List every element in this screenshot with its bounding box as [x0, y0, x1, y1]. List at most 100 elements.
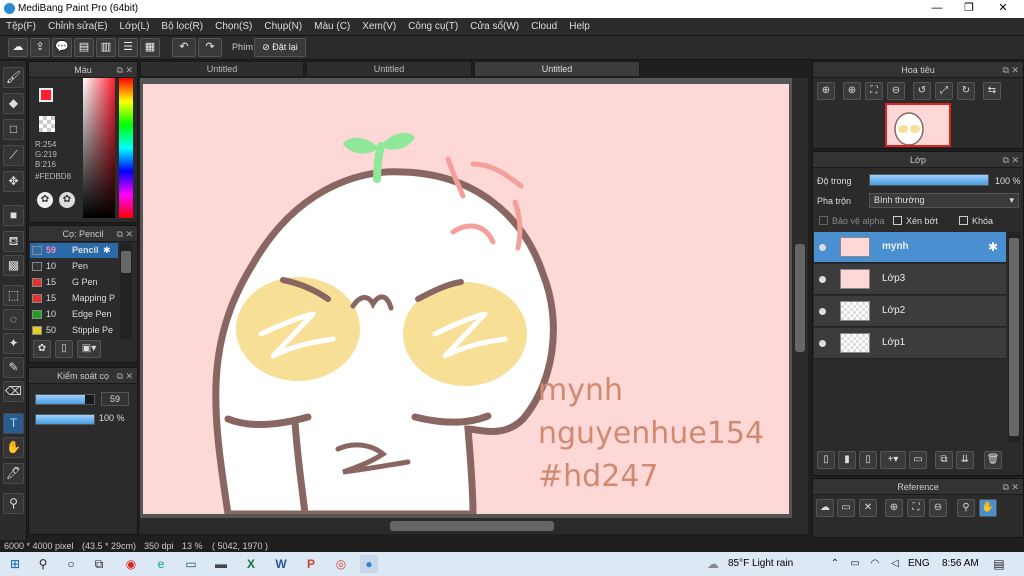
notification-icon[interactable]: ▤	[990, 555, 1008, 573]
eyedropper-icon[interactable]: ⚲	[957, 499, 975, 517]
word-icon[interactable]: W	[272, 555, 290, 573]
tab-untitled-3[interactable]: Untitled	[474, 61, 640, 77]
layer-row-lop2[interactable]: Lớp2	[814, 296, 1006, 327]
zoom-out-icon[interactable]: ⊖	[929, 499, 947, 517]
new-brush-icon[interactable]: ▯	[55, 340, 73, 358]
panel-popout-icon[interactable]: ⧉ ✕	[1003, 479, 1019, 495]
panel-popout-icon[interactable]: ⧉ ✕	[1003, 152, 1019, 168]
brush-menu-icon[interactable]: ▣▾	[77, 340, 101, 358]
zoom-in-icon[interactable]: ⊕	[885, 499, 903, 517]
actual-size-icon[interactable]: ⛶	[907, 499, 925, 517]
transparent-swatch[interactable]	[39, 116, 55, 132]
layer-list-scrollbar[interactable]	[1008, 232, 1020, 442]
select-pen-icon[interactable]: ✎	[3, 357, 24, 378]
layer-row-lop1[interactable]: Lớp1	[814, 328, 1006, 359]
message-icon[interactable]: ▤	[74, 38, 94, 57]
select-eraser-icon[interactable]: ⌫	[3, 381, 24, 402]
drawing-canvas[interactable]: mynh nguyenhue154 #hd247	[143, 84, 789, 514]
select-rect-icon[interactable]: ⬚	[3, 285, 24, 306]
eye-icon[interactable]	[819, 340, 826, 347]
document-icon[interactable]: ▥	[96, 38, 116, 57]
cloud-icon[interactable]: ☁	[8, 38, 28, 57]
close-icon[interactable]: ✕	[859, 499, 877, 517]
grid-icon[interactable]: ▦	[140, 38, 160, 57]
weather-text[interactable]: 85°F Light rain	[728, 558, 793, 569]
panel-popout-icon[interactable]: ⧉ ✕	[117, 368, 133, 384]
zoom-in-icon[interactable]: ⊕	[843, 82, 861, 100]
gradient-tool-icon[interactable]: ▩	[3, 255, 24, 276]
duplicate-layer-icon[interactable]: ⧉	[935, 451, 953, 469]
monitor-icon[interactable]: ▭	[182, 555, 200, 573]
menu-help[interactable]: Help	[563, 18, 596, 36]
brush-size-slider[interactable]	[35, 394, 95, 405]
eye-icon[interactable]	[819, 276, 826, 283]
eyedropper-icon[interactable]: ⚲	[3, 493, 24, 514]
merge-layer-icon[interactable]: ⇊	[956, 451, 974, 469]
comment-icon[interactable]: 💬	[52, 38, 72, 57]
menu-window[interactable]: Cửa sổ(W)	[464, 18, 525, 36]
brush-item[interactable]: 10 Pen	[30, 259, 118, 274]
blend-mode-select[interactable]: Bình thường ▾	[869, 193, 1019, 208]
rotate-left-icon[interactable]: ↺	[913, 82, 931, 100]
folder-icon[interactable]: ▬	[212, 555, 230, 573]
hand-icon[interactable]: ✋	[979, 499, 997, 517]
folder-icon[interactable]: ▭	[909, 451, 927, 469]
brush-list-scrollbar[interactable]	[120, 243, 132, 339]
list-icon[interactable]: ☰	[118, 38, 138, 57]
brush-item[interactable]: 15 Mapping P	[30, 291, 118, 306]
gear-icon[interactable]: ✱	[988, 240, 998, 254]
layer-row-lop3[interactable]: Lớp3	[814, 264, 1006, 295]
layer-opacity-slider[interactable]	[869, 174, 989, 186]
primary-color-swatch[interactable]	[39, 88, 53, 102]
pen-tool-icon[interactable]: 🖊	[3, 463, 24, 484]
tab-untitled-1[interactable]: Untitled	[140, 61, 304, 77]
text-tool-icon[interactable]: T	[3, 413, 24, 434]
canvas-horizontal-scrollbar[interactable]	[140, 518, 808, 534]
cloud-icon[interactable]: ☁	[816, 499, 834, 517]
canvas-vertical-scrollbar[interactable]	[792, 78, 808, 518]
layer-row-mynh[interactable]: mynh ✱	[814, 232, 1006, 263]
rotate-right-icon[interactable]: ↻	[957, 82, 975, 100]
brush-item[interactable]: 50 Stipple Pe	[30, 323, 118, 338]
gear-icon[interactable]: ✱	[103, 245, 111, 256]
lock-checkbox[interactable]	[959, 216, 968, 225]
fit-screen-icon[interactable]: ⤢	[935, 82, 953, 100]
menu-tools[interactable]: Công cụ(T)	[402, 18, 464, 36]
flip-icon[interactable]: ⇆	[983, 82, 1001, 100]
dot-tool-icon[interactable]: □	[3, 119, 24, 140]
language-indicator[interactable]: ENG	[908, 558, 930, 569]
menu-select[interactable]: Chọn(S)	[209, 18, 258, 36]
minimize-button[interactable]: —	[920, 0, 954, 18]
undo-icon[interactable]: ↶	[172, 38, 196, 57]
panel-popout-icon[interactable]: ⧉ ✕	[1003, 62, 1019, 78]
redo-icon[interactable]: ↷	[198, 38, 222, 57]
menu-snap[interactable]: Chụp(N)	[258, 18, 308, 36]
eraser-tool-icon[interactable]: ◆	[3, 93, 24, 114]
edge-icon[interactable]: e	[152, 555, 170, 573]
menu-file[interactable]: Tệp(F)	[0, 18, 42, 36]
actual-size-icon[interactable]: ⛶	[865, 82, 883, 100]
menu-filter[interactable]: Bộ lọc(R)	[155, 18, 209, 36]
clock[interactable]: 8:56 AM	[942, 558, 979, 569]
add-brush-icon[interactable]: ✿	[33, 340, 51, 358]
excel-icon[interactable]: X	[242, 555, 260, 573]
panel-popout-icon[interactable]: ⧉ ✕	[117, 62, 133, 78]
brush-size-value[interactable]: 59	[101, 392, 129, 406]
menu-view[interactable]: Xem(V)	[356, 18, 402, 36]
menu-edit[interactable]: Chỉnh sửa(E)	[42, 18, 114, 36]
new-halftone-layer-icon[interactable]: ▮	[838, 451, 856, 469]
lasso-tool-icon[interactable]: ◌	[3, 309, 24, 330]
chrome-icon[interactable]: ◎	[332, 555, 350, 573]
fill-rect-tool-icon[interactable]: ■	[3, 205, 24, 226]
zoom-fit-icon[interactable]: ⊕	[817, 82, 835, 100]
maximize-button[interactable]: ❐	[952, 0, 986, 18]
new-layer-icon[interactable]: ▯	[817, 451, 835, 469]
brush-tool-icon[interactable]: 🖌	[3, 67, 24, 88]
brush-opacity-slider[interactable]	[35, 414, 95, 425]
line-tool-icon[interactable]: ⟋	[3, 145, 24, 166]
menu-layer[interactable]: Lớp(L)	[114, 18, 156, 36]
search-icon[interactable]: ⚲	[34, 555, 52, 573]
eye-icon[interactable]	[819, 308, 826, 315]
protect-alpha-checkbox[interactable]	[819, 216, 828, 225]
brush-item[interactable]: 15 G Pen	[30, 275, 118, 290]
